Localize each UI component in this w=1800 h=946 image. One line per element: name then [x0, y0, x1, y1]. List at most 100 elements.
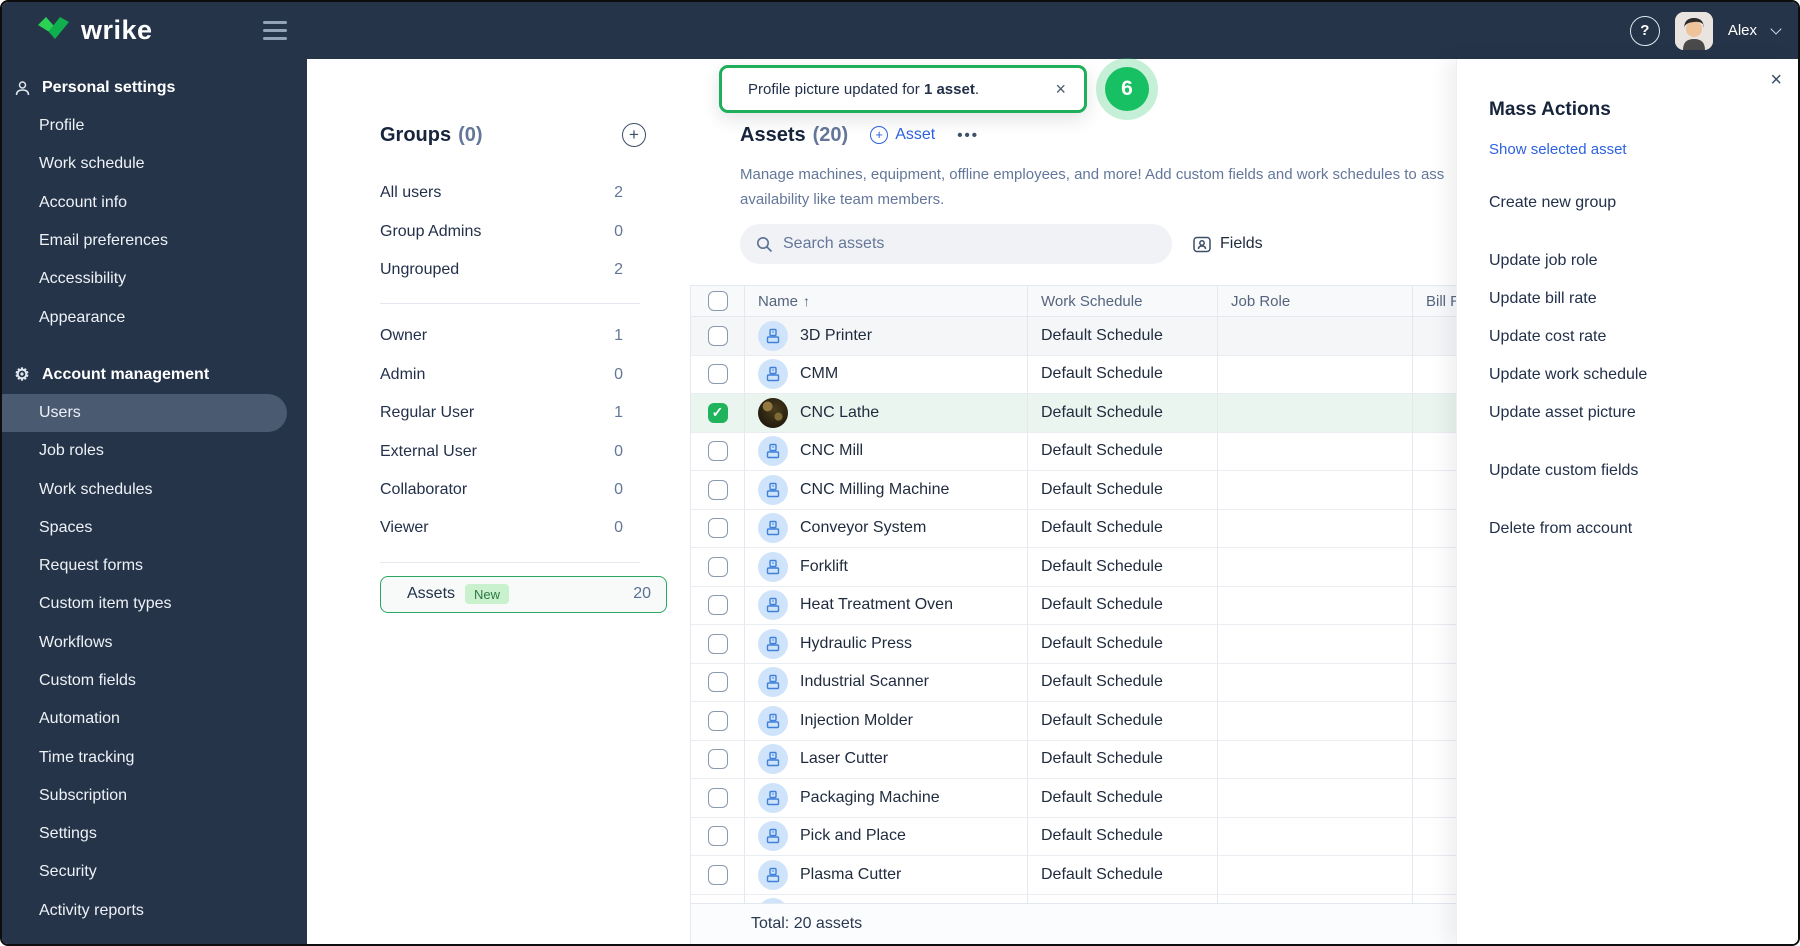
sidebar-item-account-info[interactable]: Account info — [2, 184, 307, 222]
sidebar-item-workflows[interactable]: Workflows — [2, 624, 307, 662]
sidebar-item-accessibility[interactable]: Accessibility — [2, 260, 307, 298]
sort-ascending-icon[interactable]: ↑ — [803, 293, 810, 309]
help-icon[interactable]: ? — [1629, 15, 1660, 46]
table-row[interactable]: Forklift Default Schedule — [691, 548, 1472, 587]
sidebar-item-profile[interactable]: Profile — [2, 107, 307, 145]
table-row[interactable]: Injection Molder Default Schedule — [691, 702, 1472, 741]
sidebar-item-work-schedules[interactable]: Work schedules — [2, 470, 307, 508]
mass-action-update-cost-rate[interactable]: Update cost rate — [1489, 318, 1647, 356]
toast-close-icon[interactable]: × — [1055, 79, 1066, 100]
table-row[interactable]: Pick and Place Default Schedule — [691, 817, 1472, 856]
user-avatar[interactable] — [1674, 11, 1713, 50]
table-row[interactable]: Laser Cutter Default Schedule — [691, 740, 1472, 779]
mass-action-update-job-role[interactable]: Update job role — [1489, 242, 1647, 280]
row-name-cell: Plasma Cutter — [745, 856, 1028, 894]
row-checkbox-cell — [691, 663, 745, 701]
sidebar-item-time-tracking[interactable]: Time tracking — [2, 738, 307, 776]
group-item-admin[interactable]: Admin 0 — [380, 356, 623, 394]
mass-action-update-asset-picture[interactable]: Update asset picture — [1489, 394, 1647, 432]
group-item-all-users[interactable]: All users 2 — [380, 174, 623, 212]
row-checkbox[interactable] — [707, 518, 728, 539]
group-item-regular-user[interactable]: Regular User 1 — [380, 394, 623, 432]
group-item-viewer[interactable]: Viewer 0 — [380, 509, 623, 547]
row-checkbox[interactable] — [707, 864, 728, 885]
column-header-work-schedule[interactable]: Work Schedule — [1041, 293, 1142, 310]
add-asset-button[interactable]: + Asset — [870, 126, 935, 144]
sidebar-item-email-preferences[interactable]: Email preferences — [2, 222, 307, 260]
sidebar-item-users[interactable]: Users — [2, 393, 287, 433]
sidebar-item-subscription[interactable]: Subscription — [2, 777, 307, 815]
group-count: 1 — [614, 404, 623, 422]
select-all-checkbox[interactable] — [707, 291, 728, 311]
group-item-owner[interactable]: Owner 1 — [380, 317, 623, 355]
sidebar-item-settings[interactable]: Settings — [2, 815, 307, 853]
row-job-role-cell — [1218, 625, 1413, 663]
row-checkbox[interactable] — [707, 595, 728, 616]
fields-button[interactable]: Fields — [1193, 235, 1263, 253]
row-checkbox[interactable] — [707, 325, 728, 346]
menu-toggle-icon[interactable] — [263, 21, 287, 40]
table-row[interactable]: CMM Default Schedule — [691, 355, 1472, 394]
table-row[interactable]: Heat Treatment Oven Default Schedule — [691, 586, 1472, 625]
row-checkbox[interactable] — [707, 556, 728, 577]
mass-actions-group: Create new group — [1489, 184, 1647, 222]
table-row[interactable]: CNC Milling Machine Default Schedule — [691, 471, 1472, 510]
row-work-schedule-cell: Default Schedule — [1028, 779, 1218, 817]
group-item-assets[interactable]: Assets New 20 — [380, 575, 667, 613]
group-item-external-user[interactable]: External User 0 — [380, 432, 623, 470]
row-checkbox[interactable]: ✓ — [707, 402, 728, 423]
mass-action-delete-from-account[interactable]: Delete from account — [1489, 510, 1647, 548]
group-item-group-admins[interactable]: Group Admins 0 — [380, 212, 623, 250]
table-row[interactable]: Industrial Scanner Default Schedule — [691, 663, 1472, 702]
row-checkbox[interactable] — [707, 749, 728, 770]
group-item-ungrouped[interactable]: Ungrouped 2 — [380, 251, 623, 289]
mass-action-create-new-group[interactable]: Create new group — [1489, 184, 1647, 222]
mass-action-update-work-schedule[interactable]: Update work schedule — [1489, 356, 1647, 394]
work-schedule-value: Default Schedule — [1041, 750, 1163, 768]
table-row[interactable]: Packaging Machine Default Schedule — [691, 779, 1472, 818]
table-row[interactable]: 3D Printer Default Schedule — [691, 317, 1472, 356]
column-header-job-role[interactable]: Job Role — [1231, 293, 1290, 310]
group-label: Ungrouped — [380, 260, 460, 278]
sidebar-item-activity-reports[interactable]: Activity reports — [2, 892, 307, 930]
row-checkbox[interactable] — [707, 710, 728, 731]
sidebar-item-custom-fields[interactable]: Custom fields — [2, 662, 307, 700]
mass-action-update-bill-rate[interactable]: Update bill rate — [1489, 280, 1647, 318]
table-row[interactable]: Hydraulic Press Default Schedule — [691, 625, 1472, 664]
row-checkbox[interactable] — [707, 479, 728, 500]
machine-avatar-icon — [758, 821, 788, 852]
sidebar-item-request-forms[interactable]: Request forms — [2, 547, 307, 585]
sidebar-item-custom-item-types[interactable]: Custom item types — [2, 585, 307, 623]
table-row[interactable]: Plasma Cutter Default Schedule — [691, 856, 1472, 895]
row-checkbox[interactable] — [707, 672, 728, 693]
mass-action-update-custom-fields[interactable]: Update custom fields — [1489, 452, 1647, 490]
group-item-collaborator[interactable]: Collaborator 0 — [380, 471, 623, 509]
row-checkbox[interactable] — [707, 826, 728, 847]
search-assets-box[interactable] — [740, 224, 1172, 264]
user-name[interactable]: Alex — [1728, 22, 1757, 39]
row-checkbox[interactable] — [707, 441, 728, 462]
show-selected-asset-link[interactable]: Show selected asset — [1489, 141, 1627, 158]
row-checkbox[interactable] — [707, 787, 728, 808]
chevron-down-icon[interactable] — [1770, 22, 1782, 35]
table-row[interactable]: Conveyor System Default Schedule — [691, 509, 1472, 548]
sidebar-item-automation[interactable]: Automation — [2, 700, 307, 738]
row-checkbox[interactable] — [707, 364, 728, 385]
machine-avatar-icon — [758, 436, 788, 467]
column-header-name[interactable]: Name — [758, 293, 798, 310]
row-checkbox[interactable] — [707, 633, 728, 654]
add-group-icon[interactable]: + — [622, 123, 646, 147]
more-menu-icon[interactable]: ••• — [957, 127, 979, 144]
sidebar-item-spaces[interactable]: Spaces — [2, 509, 307, 547]
wrike-logo[interactable]: wrike — [36, 15, 153, 46]
sidebar-item-appearance[interactable]: Appearance — [2, 298, 307, 336]
table-header-row: Name ↑ Work Schedule Job Role Bill Ra — [691, 285, 1472, 317]
search-assets-input[interactable] — [783, 235, 1143, 253]
row-checkbox-cell — [691, 625, 745, 663]
table-row[interactable]: ✓ CNC Lathe Default Schedule — [691, 394, 1472, 433]
table-row[interactable]: CNC Mill Default Schedule — [691, 432, 1472, 471]
sidebar-item-security[interactable]: Security — [2, 853, 307, 891]
sidebar-item-job-roles[interactable]: Job roles — [2, 432, 307, 470]
close-icon[interactable]: × — [1770, 69, 1782, 92]
sidebar-item-work-schedule[interactable]: Work schedule — [2, 145, 307, 183]
